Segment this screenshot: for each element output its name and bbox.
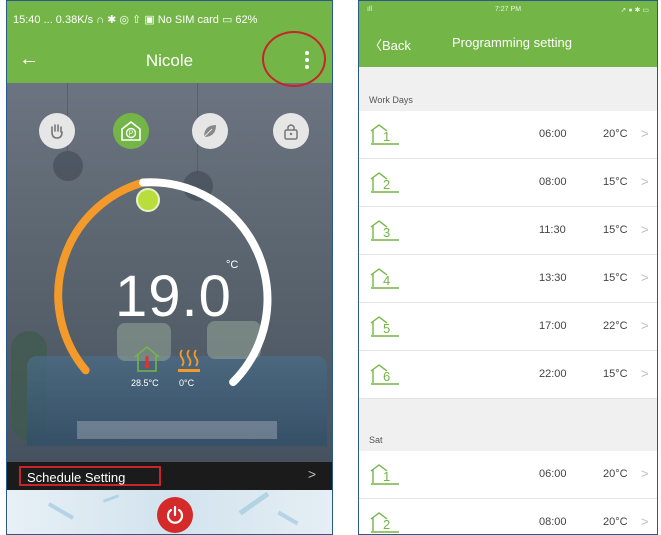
period-time: 06:00 <box>539 128 567 140</box>
period-time: 22:00 <box>539 368 567 380</box>
top-nav-bar: 〈Back Programming setting <box>359 21 657 67</box>
period-time: 17:00 <box>539 320 567 332</box>
setpoint-temperature: 19.0 <box>115 264 232 329</box>
period-number: 2 <box>383 517 390 532</box>
period-temperature: 20°C <box>603 516 628 528</box>
period-temperature: 15°C <box>603 224 628 236</box>
manual-hand-icon[interactable] <box>39 113 75 149</box>
chevron-right-icon: > <box>641 126 649 141</box>
status-time: 7:27 PM <box>494 6 522 13</box>
period-number: 3 <box>383 225 390 240</box>
section-title: Work Days <box>369 95 413 105</box>
period-number: 4 <box>383 273 390 288</box>
period-icon: 4 <box>370 268 399 289</box>
chevron-right-icon: > <box>641 514 649 529</box>
period-icon: 1 <box>370 124 399 145</box>
period-temperature: 20°C <box>603 128 628 140</box>
floor-heating-icon <box>178 349 200 372</box>
power-icon <box>166 505 184 524</box>
period-number: 1 <box>383 469 390 484</box>
period-time: 08:00 <box>539 516 567 528</box>
section-title: Sat <box>369 435 383 445</box>
schedule-row[interactable]: 2 08:00 20°C > <box>359 499 657 534</box>
period-temperature: 15°C <box>603 368 628 380</box>
section-header: Sat <box>359 399 657 451</box>
period-icon: 3 <box>370 220 399 241</box>
chevron-right-icon: > <box>641 318 649 333</box>
period-number: 5 <box>383 321 390 336</box>
period-temperature: 20°C <box>603 468 628 480</box>
room-temperature: 28.5°C <box>131 378 159 388</box>
schedule-row[interactable]: 3 11:30 15°C > <box>359 207 657 255</box>
section-header: Work Days <box>359 67 657 111</box>
period-time: 08:00 <box>539 176 567 188</box>
page-title: Programming setting <box>452 35 572 50</box>
chevron-right-icon: > <box>641 174 649 189</box>
period-icon: 5 <box>370 316 399 337</box>
period-temperature: 15°C <box>603 176 628 188</box>
period-time: 11:30 <box>539 224 566 236</box>
schedule-row[interactable]: 2 08:00 15°C > <box>359 159 657 207</box>
room-sensor-icon <box>134 345 160 372</box>
schedule-setting-row[interactable]: Schedule Setting > <box>7 462 332 490</box>
schedule-row[interactable]: 6 22:00 15°C > <box>359 351 657 399</box>
program-mode-icon[interactable]: P <box>113 113 149 149</box>
floor-temperature: 0°C <box>179 378 195 388</box>
chevron-right-icon: > <box>641 222 649 237</box>
eco-leaf-icon[interactable] <box>192 113 228 149</box>
period-icon: 1 <box>370 464 399 485</box>
chevron-right-icon: > <box>307 466 316 482</box>
chevron-right-icon: > <box>641 270 649 285</box>
schedule-row[interactable]: 4 13:30 15°C > <box>359 255 657 303</box>
chevron-right-icon: > <box>641 366 649 381</box>
schedule-row[interactable]: 1 06:00 20°C > <box>359 451 657 499</box>
programming-screen: ıll 7:27 PM ➚ ● ✱ ▭ 〈Back Programming se… <box>358 0 658 535</box>
chevron-right-icon: > <box>641 466 649 481</box>
table-decoration <box>77 421 277 439</box>
schedule-row[interactable]: 1 06:00 20°C > <box>359 111 657 159</box>
schedule-row[interactable]: 5 17:00 22°C > <box>359 303 657 351</box>
period-number: 2 <box>383 177 390 192</box>
schedule-setting-label[interactable]: Schedule Setting <box>19 466 161 486</box>
highlight-circle <box>262 31 326 87</box>
period-time: 13:30 <box>539 272 567 284</box>
period-icon: 2 <box>370 512 399 533</box>
power-button[interactable] <box>157 497 193 533</box>
thermostat-screen: 15:40 ... 0.38K/s ∩ ✱ ◎ ⇧ ▣ No SIM card … <box>6 0 333 535</box>
svg-text:P: P <box>129 131 134 138</box>
status-bar: ıll 7:27 PM ➚ ● ✱ ▭ <box>359 1 657 21</box>
period-icon: 2 <box>370 172 399 193</box>
battery-indicator: ➚ ● ✱ ▭ <box>620 7 649 14</box>
temperature-unit: °C <box>226 259 239 271</box>
period-icon: 6 <box>370 364 399 385</box>
dial-knob[interactable] <box>136 188 160 212</box>
period-temperature: 15°C <box>603 272 628 284</box>
period-number: 6 <box>383 369 390 384</box>
lock-icon[interactable] <box>273 113 309 149</box>
period-number: 1 <box>383 129 390 144</box>
period-temperature: 22°C <box>603 320 628 332</box>
period-time: 06:00 <box>539 468 567 480</box>
